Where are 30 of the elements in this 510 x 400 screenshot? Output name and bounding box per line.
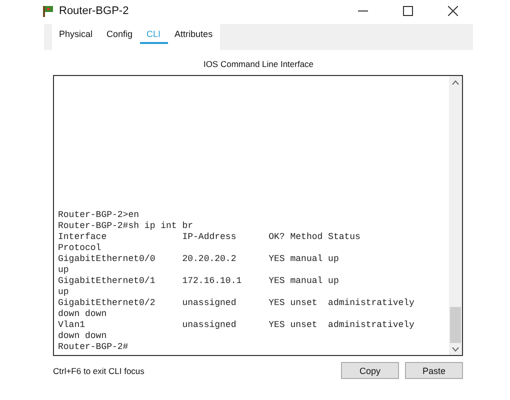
window-title: Router-BGP-2 xyxy=(59,5,130,17)
terminal-line: GigabitEthernet0/2 unassigned YES unset administratively xyxy=(58,298,416,309)
tab[interactable]: Config xyxy=(100,29,140,44)
focus-hint: Ctrl+F6 to exit CLI focus xyxy=(53,366,146,376)
terminal-line: down down xyxy=(58,309,108,320)
terminal-line: Router-BGP-2>en xyxy=(58,210,140,221)
tab[interactable]: Physical xyxy=(52,29,100,44)
maximize-icon[interactable] xyxy=(403,6,413,16)
cli-terminal[interactable] xyxy=(53,75,463,356)
terminal-line: GigabitEthernet0/0 20.20.20.2 YES manual up xyxy=(58,254,340,265)
terminal-line: Router-BGP-2#sh ip int br xyxy=(58,221,194,232)
terminal-line: Protocol xyxy=(58,243,102,254)
router-app-icon xyxy=(42,5,54,17)
scroll-up-icon[interactable] xyxy=(452,80,459,85)
terminal-line: up xyxy=(58,265,70,276)
minimize-icon[interactable] xyxy=(358,10,368,12)
scrollbar[interactable] xyxy=(449,76,462,355)
terminal-line: GigabitEthernet0/1 172.16.10.1 YES manual up xyxy=(58,276,340,287)
scroll-thumb[interactable] xyxy=(450,307,461,343)
terminal-line: up xyxy=(58,287,70,298)
terminal-line: Interface IP-Address OK? Method Status xyxy=(58,232,362,243)
close-icon[interactable] xyxy=(448,6,458,16)
terminal-line: Vlan1 unassigned YES unset administratively xyxy=(58,320,416,331)
tab[interactable]: Attributes xyxy=(168,29,220,44)
copy-button[interactable]: Copy xyxy=(341,362,399,379)
panel-heading: IOS Command Line Interface xyxy=(202,59,315,69)
paste-button[interactable]: Paste xyxy=(405,362,463,379)
terminal-line: Router-BGP-2# xyxy=(58,342,130,353)
scroll-down-icon[interactable] xyxy=(452,347,459,352)
terminal-line: down down xyxy=(58,331,108,342)
